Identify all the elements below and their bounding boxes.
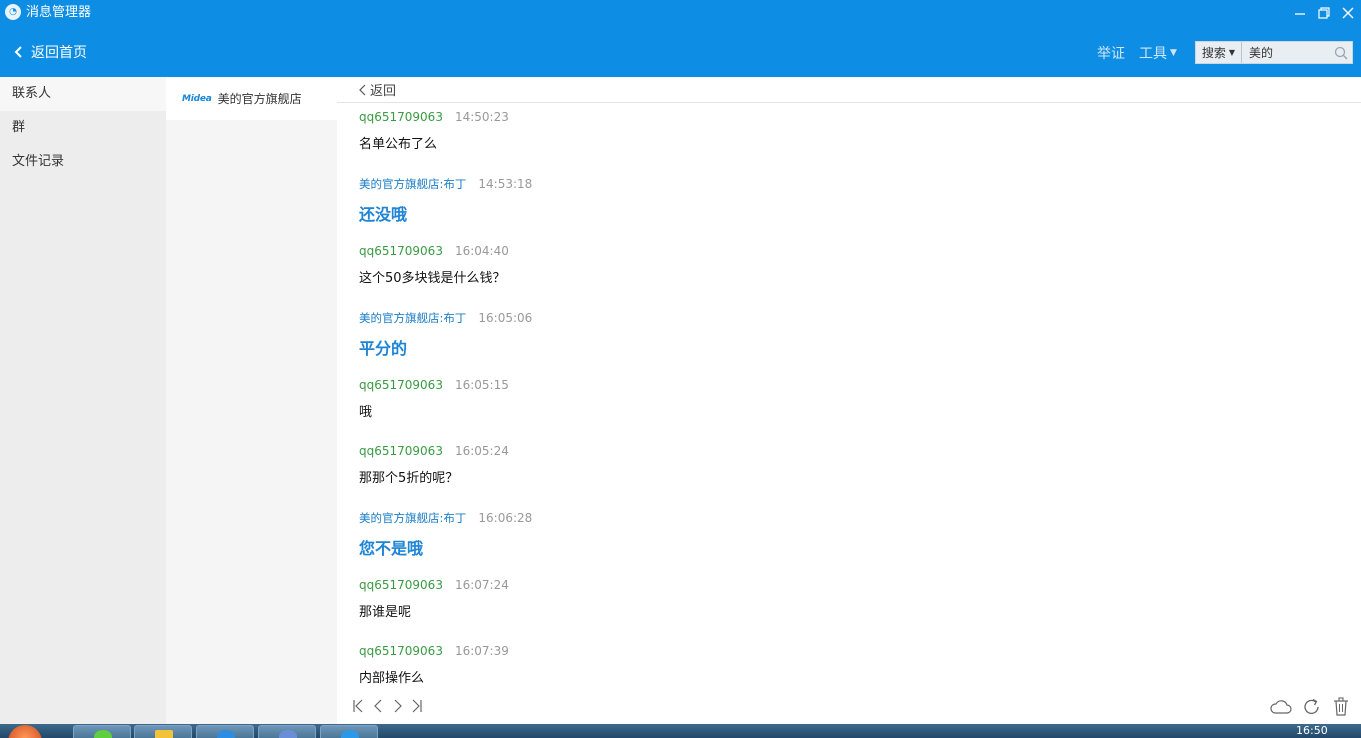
close-icon[interactable] [1338,3,1358,23]
message-header: qq651709063 16:04:40 [359,244,1339,260]
taskbar-app-button[interactable] [320,725,378,738]
chevron-left-icon [14,46,22,58]
report-link[interactable]: 举证 [1097,43,1125,63]
message-sender: qq651709063 [359,644,443,658]
browser-icon [217,730,235,738]
contact-name: 美的官方旗舰店 [217,92,302,106]
message-item: qq651709063 16:07:24 那谁是呢 [359,571,1339,637]
title-bar: ◔ 消息管理器 [0,0,1361,26]
tools-label: 工具 [1139,46,1167,62]
trash-icon[interactable] [1329,696,1353,718]
chat-app-icon [341,730,359,738]
message-sender: 美的官方旗舰店:布丁 [359,311,467,325]
search-input[interactable] [1242,42,1330,63]
sidebar-item-groups[interactable]: 群 [0,111,166,145]
message-sender: 美的官方旗舰店:布丁 [359,511,467,525]
folder-icon [155,730,173,738]
os-taskbar: 16:50 [0,724,1361,738]
message-sender: qq651709063 [359,244,443,258]
caret-down-icon: ▼ [1228,48,1236,57]
message-sender: qq651709063 [359,444,443,458]
restore-icon[interactable] [1314,3,1334,23]
message-text: 平分的 [359,339,408,358]
back-home-button[interactable]: 返回首页 [12,41,87,63]
chevron-left-icon [359,84,366,95]
search-scope-dropdown[interactable]: 搜索 ▼ [1196,42,1242,63]
message-time: 16:06:28 [478,511,533,525]
contact-item[interactable]: Midea 美的官方旗舰店 [166,77,337,120]
message-text: 名单公布了么 [359,137,438,152]
start-button[interactable] [8,725,42,738]
message-list: qq651709063 14:50:23 名单公布了么美的官方旗舰店:布丁 14:53… [359,103,1339,703]
message-sender: qq651709063 [359,378,443,392]
message-header: 美的官方旗舰店:布丁 16:06:28 [359,510,1339,526]
message-item: qq651709063 16:05:24 那那个5折的呢？ [359,437,1339,503]
message-time: 16:05:06 [478,311,533,325]
tools-menu[interactable]: 工具 ▼ [1139,43,1177,63]
message-time: 14:53:18 [478,177,533,191]
minimize-icon[interactable] [1290,3,1310,23]
search-scope-label: 搜索 [1201,46,1226,60]
sidebar-item-file-records[interactable]: 文件记录 [0,145,166,179]
message-item: qq651709063 14:50:23 名单公布了么 [359,103,1339,169]
message-header: qq651709063 16:07:39 [359,644,1339,660]
message-sender: qq651709063 [359,110,443,124]
contact-list: Midea 美的官方旗舰店 [166,77,337,724]
message-item: qq651709063 16:05:15 哦 [359,371,1339,437]
message-panel: 返回 qq651709063 14:50:23 名单公布了么美的官方旗舰店:布丁 14… [337,77,1361,724]
message-text: 内部操作么 [359,671,425,686]
refresh-icon[interactable] [1300,696,1324,718]
sidebar-item-contacts[interactable]: 联系人 [0,77,166,111]
prev-page-icon[interactable] [371,697,387,715]
message-item: 美的官方旗舰店:布丁 14:53:18 还没哦 [359,169,1339,237]
message-time: 16:07:39 [454,644,509,658]
taskbar-app-button[interactable] [196,725,254,738]
category-sidebar: 联系人 群 文件记录 [0,77,166,724]
message-text: 还没哦 [359,205,408,224]
message-time: 16:05:15 [454,378,509,392]
taskbar-app-button[interactable] [258,725,316,738]
next-page-icon[interactable] [390,697,406,715]
message-header: qq651709063 16:07:24 [359,578,1339,594]
message-time: 14:50:23 [454,110,509,124]
caret-down-icon: ▼ [1170,48,1177,58]
footer-toolbar [337,690,1361,724]
back-row: 返回 [337,77,1361,103]
message-text: 哦 [359,405,373,420]
message-header: qq651709063 16:05:24 [359,444,1339,460]
taskbar-app-button[interactable] [73,725,131,738]
message-item: qq651709063 16:04:40 这个50多块钱是什么钱？ [359,237,1339,303]
message-header: 美的官方旗舰店:布丁 14:53:18 [359,176,1339,192]
cloud-icon[interactable] [1269,696,1293,718]
search-box: 搜索 ▼ [1195,41,1353,64]
back-home-label: 返回首页 [31,45,87,61]
search-icon[interactable] [1330,42,1352,63]
message-text: 那那个5折的呢？ [359,471,459,486]
first-page-icon[interactable] [351,697,367,715]
last-page-icon[interactable] [409,697,425,715]
message-time: 16:07:24 [454,578,509,592]
back-button[interactable]: 返回 [359,80,396,99]
midea-logo: Midea [182,93,212,104]
message-time: 16:05:24 [454,444,509,458]
taskbar-clock: 16:50 [1296,724,1328,737]
message-item: 美的官方旗舰店:布丁 16:05:06 平分的 [359,303,1339,371]
message-sender: 美的官方旗舰店:布丁 [359,177,467,191]
message-header: qq651709063 16:05:15 [359,378,1339,394]
app-title: 消息管理器 [26,5,92,20]
message-header: qq651709063 14:50:23 [359,110,1339,126]
app-logo-icon: ◔ [5,4,21,20]
message-item: 美的官方旗舰店:布丁 16:06:28 您不是哦 [359,503,1339,571]
message-time: 16:04:40 [454,244,509,258]
message-header: 美的官方旗舰店:布丁 16:05:06 [359,310,1339,326]
taskbar-app-button[interactable] [134,725,192,738]
message-sender: qq651709063 [359,578,443,592]
message-text: 这个50多块钱是什么钱？ [359,271,506,286]
message-text: 您不是哦 [359,539,424,558]
app-icon [279,730,297,738]
message-text: 那谁是呢 [359,605,412,620]
header-bar: 返回首页 举证 工具 ▼ 搜索 ▼ [0,26,1361,77]
back-label: 返回 [370,84,397,99]
app-icon [94,730,112,738]
